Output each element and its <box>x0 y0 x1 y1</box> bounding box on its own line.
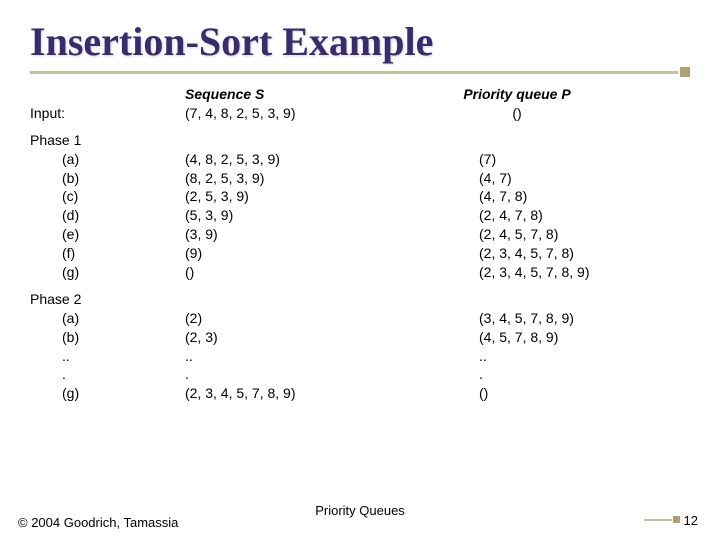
footer-accent-square <box>673 516 680 523</box>
content-grid: Sequence S Priority queue P Input: (7, 4… <box>30 85 690 403</box>
row-pri: (2, 4, 5, 7, 8) <box>397 225 637 244</box>
spacer <box>30 123 185 131</box>
footer-center: Priority Queues <box>0 503 720 518</box>
row-seq: (2) <box>185 309 397 328</box>
phase1-seq-empty <box>185 131 397 150</box>
row-key: (e) <box>30 225 185 244</box>
row-pri: .. <box>397 347 637 366</box>
accent-square <box>680 67 690 77</box>
row-seq: () <box>185 263 397 282</box>
row-seq: (4, 8, 2, 5, 3, 9) <box>185 150 397 169</box>
row-seq: . <box>185 365 397 384</box>
row-seq: (8, 2, 5, 3, 9) <box>185 169 397 188</box>
row-key: (a) <box>30 309 185 328</box>
row-key: (g) <box>30 384 185 403</box>
input-pri: () <box>397 104 637 123</box>
row-pri: (4, 7, 8) <box>397 187 637 206</box>
row-key: (d) <box>30 206 185 225</box>
phase2-seq-empty <box>185 290 397 309</box>
input-seq: (7, 4, 8, 2, 5, 3, 9) <box>185 104 397 123</box>
row-key: (a) <box>30 150 185 169</box>
spacer <box>30 282 185 290</box>
spacer <box>397 123 637 131</box>
row-pri: . <box>397 365 637 384</box>
row-seq: (3, 9) <box>185 225 397 244</box>
row-key: (g) <box>30 263 185 282</box>
row-key: (b) <box>30 169 185 188</box>
slide-title: Insertion-Sort Example <box>30 18 690 65</box>
header-sequence: Sequence S <box>185 85 397 104</box>
footer-accent-line <box>644 519 672 521</box>
row-pri: (2, 3, 4, 5, 7, 8, 9) <box>397 263 637 282</box>
row-key: .. <box>30 347 185 366</box>
row-seq: (2, 5, 3, 9) <box>185 187 397 206</box>
row-seq: .. <box>185 347 397 366</box>
spacer <box>185 123 397 131</box>
row-pri: (3, 4, 5, 7, 8, 9) <box>397 309 637 328</box>
row-seq: (2, 3, 4, 5, 7, 8, 9) <box>185 384 397 403</box>
spacer <box>397 282 637 290</box>
header-empty <box>30 85 185 104</box>
footer-accent <box>644 516 680 523</box>
row-key: (f) <box>30 244 185 263</box>
slide: Insertion-Sort Example Sequence S Priori… <box>0 0 720 540</box>
row-pri: (7) <box>397 150 637 169</box>
spacer <box>185 282 397 290</box>
accent-line <box>30 71 678 74</box>
accent-rule <box>30 67 690 77</box>
row-key: (b) <box>30 328 185 347</box>
phase1-label: Phase 1 <box>30 131 185 150</box>
row-seq: (5, 3, 9) <box>185 206 397 225</box>
header-priority: Priority queue P <box>397 85 637 104</box>
row-pri: (2, 3, 4, 5, 7, 8) <box>397 244 637 263</box>
row-pri: (4, 7) <box>397 169 637 188</box>
row-seq: (9) <box>185 244 397 263</box>
row-pri: () <box>397 384 637 403</box>
phase2-pri-empty <box>397 290 637 309</box>
row-key: . <box>30 365 185 384</box>
row-seq: (2, 3) <box>185 328 397 347</box>
input-label: Input: <box>30 104 185 123</box>
row-key: (c) <box>30 187 185 206</box>
row-pri: (2, 4, 7, 8) <box>397 206 637 225</box>
phase2-label: Phase 2 <box>30 290 185 309</box>
row-pri: (4, 5, 7, 8, 9) <box>397 328 637 347</box>
phase1-pri-empty <box>397 131 637 150</box>
page-number: 12 <box>684 513 698 528</box>
